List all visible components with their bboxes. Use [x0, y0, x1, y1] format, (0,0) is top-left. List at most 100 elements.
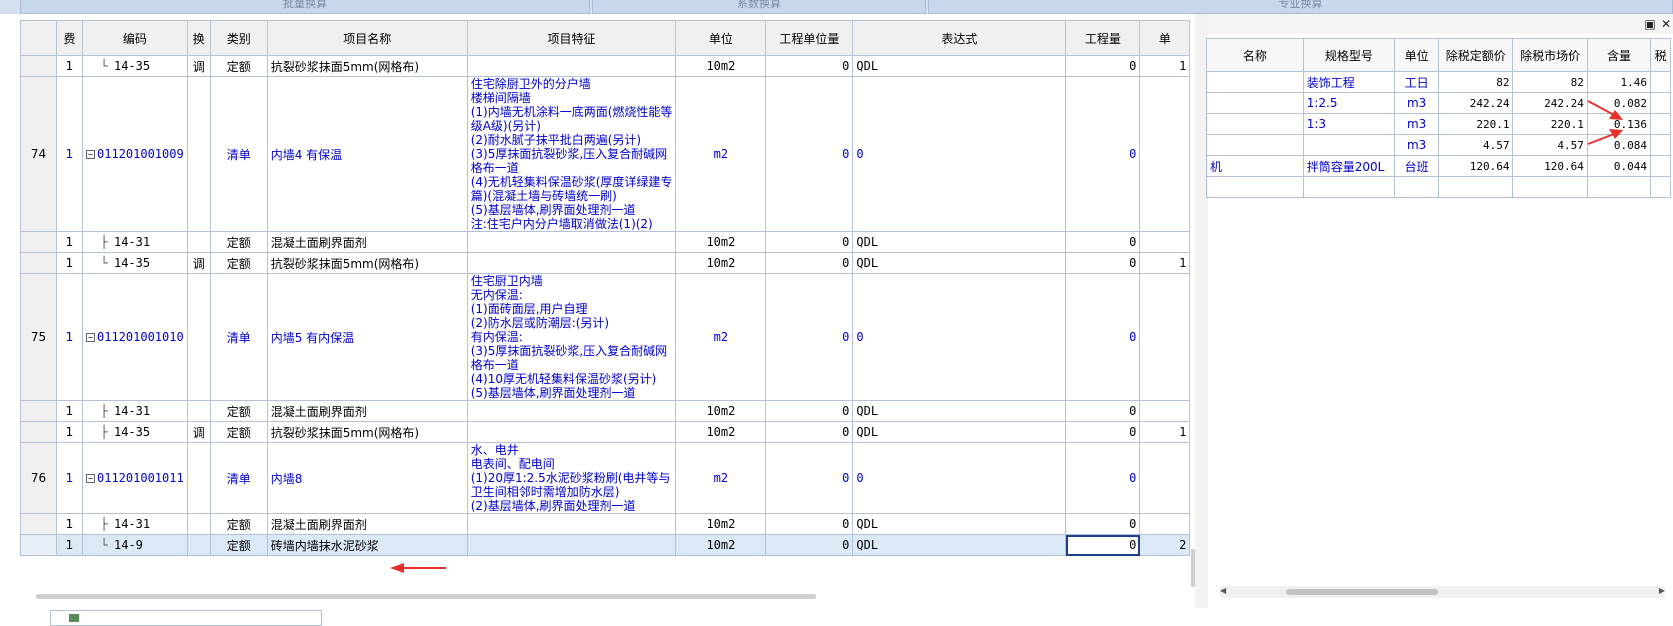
unit-quantity-cell[interactable]: 0 [765, 273, 854, 401]
unit-cell[interactable]: 10m2 [675, 231, 767, 253]
extra-cell[interactable]: 2 [1139, 534, 1191, 556]
fee-cell[interactable]: 1 [56, 442, 83, 514]
item-features-cell[interactable]: 水、电井 电表间、配电间 (1)20厚1:2.5水泥砂浆粉刷(电井等与 卫生间相… [466, 442, 677, 514]
tab-coefficient-conversion[interactable]: 系数换算 [592, 0, 926, 14]
mat-name-cell[interactable] [1206, 113, 1304, 135]
mat-unit-cell[interactable]: m3 [1394, 92, 1440, 114]
collapse-toggle-icon[interactable]: − [86, 474, 95, 483]
quantity-cell[interactable]: 0 [1065, 231, 1141, 253]
unit-cell[interactable]: 10m2 [675, 534, 767, 556]
mat-content-cell[interactable]: 1.46 [1586, 71, 1652, 93]
col-header-quantity[interactable]: 工程量 [1065, 20, 1141, 56]
extra-cell[interactable] [1139, 273, 1191, 401]
code-cell[interactable]: ├ 14-35 [82, 421, 188, 443]
item-features-cell[interactable] [466, 55, 677, 77]
unit-cell[interactable]: m2 [675, 76, 767, 232]
quantity-cell[interactable]: 0 [1065, 55, 1141, 77]
code-cell[interactable]: ├ 14-31 [82, 231, 188, 253]
mat-spec-cell[interactable]: 拌筒容量200L [1302, 155, 1396, 177]
swap-cell[interactable] [186, 76, 211, 232]
code-cell[interactable]: −011201001011 [82, 442, 188, 514]
swap-cell[interactable] [186, 273, 211, 401]
col-header-fee[interactable]: 费 [56, 20, 83, 56]
mat-spec-cell[interactable]: 1:3 [1302, 113, 1396, 135]
col-header-swap[interactable]: 换 [186, 20, 211, 56]
category-cell[interactable]: 定额 [209, 534, 268, 556]
item-name-cell[interactable]: 混凝土面刷界面剂 [266, 513, 468, 535]
item-features-cell[interactable]: 住宅除厨卫外的分户墙 楼梯间隔墙 (1)内墙无机涂料一底两面(燃烧性能等 级A级… [466, 76, 677, 232]
extra-cell[interactable]: 1 [1139, 55, 1191, 77]
unit-cell[interactable]: 10m2 [675, 55, 767, 77]
fee-cell[interactable]: 1 [56, 273, 83, 401]
unit-quantity-cell[interactable]: 0 [765, 231, 854, 253]
category-cell[interactable]: 定额 [209, 400, 268, 422]
mat-unit-cell[interactable]: 工日 [1394, 71, 1440, 93]
quantity-cell[interactable]: 0 [1065, 273, 1141, 401]
code-cell[interactable]: ├ 14-31 [82, 400, 188, 422]
mat-quota-price-cell[interactable] [1438, 176, 1514, 198]
grid-horizontal-scrollbar[interactable] [36, 594, 816, 599]
item-features-cell[interactable] [466, 534, 677, 556]
swap-cell[interactable]: 调 [186, 421, 211, 443]
restore-icon[interactable]: ▣ [1644, 18, 1656, 30]
fee-cell[interactable]: 1 [56, 252, 83, 274]
mat-tax-cell[interactable] [1650, 92, 1671, 114]
quantity-cell[interactable]: 0 [1065, 252, 1141, 274]
unit-quantity-cell[interactable]: 0 [765, 76, 854, 232]
tab-batch-conversion[interactable]: 批量换算 [20, 0, 590, 14]
table-row[interactable]: 1 ├ 14-35 调 定额 抗裂砂浆抹面5mm(网格布) 10m2 0 QDL … [20, 421, 1191, 443]
mat-unit-cell[interactable]: m3 [1394, 113, 1440, 135]
mat-content-cell[interactable]: 0.044 [1586, 155, 1652, 177]
category-cell[interactable]: 清单 [209, 76, 268, 232]
expression-cell[interactable]: QDL [852, 534, 1067, 556]
bottom-panel-tab[interactable] [50, 610, 322, 626]
item-name-cell[interactable]: 内墙5 有内保温 [266, 273, 468, 401]
mat-content-cell[interactable] [1586, 176, 1652, 198]
expression-cell[interactable]: 0 [852, 273, 1067, 401]
table-row[interactable]: 1 └ 14-35 调 定额 抗裂砂浆抹面5mm(网格布) 10m2 0 QDL … [20, 252, 1191, 274]
item-name-cell[interactable]: 抗裂砂浆抹面5mm(网格布) [266, 55, 468, 77]
quantity-cell[interactable]: 0 [1065, 421, 1141, 443]
mat-market-price-cell[interactable]: 4.57 [1512, 134, 1588, 156]
item-name-cell[interactable]: 砖墙内墙抹水泥砂浆 [266, 534, 468, 556]
extra-cell[interactable]: 1 [1139, 421, 1191, 443]
scroll-left-icon[interactable]: ◀ [1220, 586, 1226, 595]
close-icon[interactable]: ✕ [1660, 18, 1672, 30]
extra-cell[interactable] [1139, 231, 1191, 253]
mat-col-header-content[interactable]: 含量 [1586, 38, 1652, 72]
code-cell[interactable]: ├ 14-31 [82, 513, 188, 535]
expression-cell[interactable]: QDL [852, 55, 1067, 77]
unit-quantity-cell[interactable]: 0 [765, 55, 854, 77]
mat-market-price-cell[interactable] [1512, 176, 1588, 198]
col-header-code[interactable]: 编码 [82, 20, 188, 56]
mat-tax-cell[interactable] [1650, 71, 1671, 93]
category-cell[interactable]: 清单 [209, 442, 268, 514]
col-header-item-features[interactable]: 项目特征 [466, 20, 677, 56]
material-row[interactable]: 装饰工程 工日 82 82 1.46 [1206, 71, 1671, 93]
unit-quantity-cell[interactable]: 0 [765, 534, 854, 556]
extra-cell[interactable] [1139, 400, 1191, 422]
col-header-expression[interactable]: 表达式 [852, 20, 1067, 56]
category-cell[interactable]: 定额 [209, 55, 268, 77]
table-row[interactable]: 76 1 −011201001011 清单 内墙8 水、电井 电表间、配电间 (… [20, 442, 1191, 514]
tab-specialty-conversion[interactable]: 专业换算 [928, 0, 1673, 14]
col-header-unit-quantity[interactable]: 工程单位量 [765, 20, 854, 56]
mat-name-cell[interactable]: 机 [1206, 155, 1304, 177]
extra-cell[interactable] [1139, 442, 1191, 514]
mat-col-header-market-price[interactable]: 除税市场价 [1512, 38, 1588, 72]
material-row[interactable]: 机 拌筒容量200L 台班 120.64 120.64 0.044 [1206, 155, 1671, 177]
mat-unit-cell[interactable]: 台班 [1394, 155, 1440, 177]
code-cell[interactable]: −011201001010 [82, 273, 188, 401]
item-name-cell[interactable]: 抗裂砂浆抹面5mm(网格布) [266, 252, 468, 274]
unit-cell[interactable]: 10m2 [675, 513, 767, 535]
mat-name-cell[interactable] [1206, 71, 1304, 93]
unit-quantity-cell[interactable]: 0 [765, 252, 854, 274]
quantity-cell[interactable]: 0 [1065, 76, 1141, 232]
mat-col-header-tax[interactable]: 税 [1650, 38, 1671, 72]
item-features-cell[interactable] [466, 400, 677, 422]
mat-market-price-cell[interactable]: 82 [1512, 71, 1588, 93]
swap-cell[interactable]: 调 [186, 55, 211, 77]
fee-cell[interactable]: 1 [56, 421, 83, 443]
mat-tax-cell[interactable] [1650, 176, 1671, 198]
unit-quantity-cell[interactable]: 0 [765, 513, 854, 535]
